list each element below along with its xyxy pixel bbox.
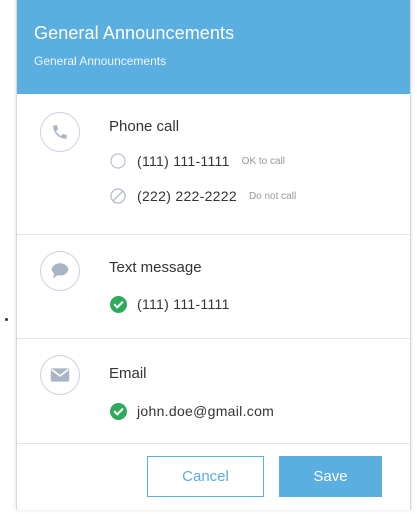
email-option-1[interactable]: john.doe@gmail.com — [109, 400, 274, 422]
email-section: Email john.doe@gmail.com — [17, 339, 410, 444]
phone-option-2[interactable]: (222) 222-2222 Do not call — [109, 185, 296, 207]
check-circle-icon[interactable] — [109, 402, 127, 420]
do-not-call-icon[interactable] — [109, 187, 127, 205]
phone-number: (111) 111-1111 — [137, 153, 230, 169]
cancel-button[interactable]: Cancel — [147, 456, 264, 497]
email-address: john.doe@gmail.com — [137, 403, 275, 419]
email-title: Email — [109, 365, 147, 382]
chat-bubble-icon — [40, 251, 80, 291]
envelope-icon — [40, 355, 80, 395]
call-permission-note: Do not call — [248, 190, 297, 202]
dialog-subtitle: General Announcements — [34, 54, 167, 68]
text-number: (111) 111-1111 — [137, 296, 230, 312]
text-message-section: Text message (111) 111-1111 — [17, 235, 410, 339]
phone-option-1[interactable]: (111) 111-1111 OK to call — [109, 150, 285, 172]
phone-icon — [40, 112, 80, 152]
save-button[interactable]: Save — [279, 456, 382, 497]
phone-number: (222) 222-2222 — [137, 188, 237, 204]
text-option-1[interactable]: (111) 111-1111 — [109, 293, 230, 315]
phone-call-section: Phone call (111) 111-1111 OK to call (22… — [17, 94, 410, 235]
announcement-preferences-dialog: General Announcements General Announceme… — [16, 0, 411, 510]
dialog-title: General Announcements — [34, 23, 235, 43]
dialog-header: General Announcements General Announceme… — [17, 0, 410, 94]
text-message-title: Text message — [109, 259, 202, 276]
stray-dot — [5, 318, 8, 321]
radio-unselected-icon[interactable] — [109, 152, 127, 170]
dialog-footer: Cancel Save — [17, 444, 410, 514]
phone-call-title: Phone call — [109, 118, 180, 135]
call-permission-note: OK to call — [241, 155, 286, 167]
check-circle-icon[interactable] — [109, 295, 127, 313]
